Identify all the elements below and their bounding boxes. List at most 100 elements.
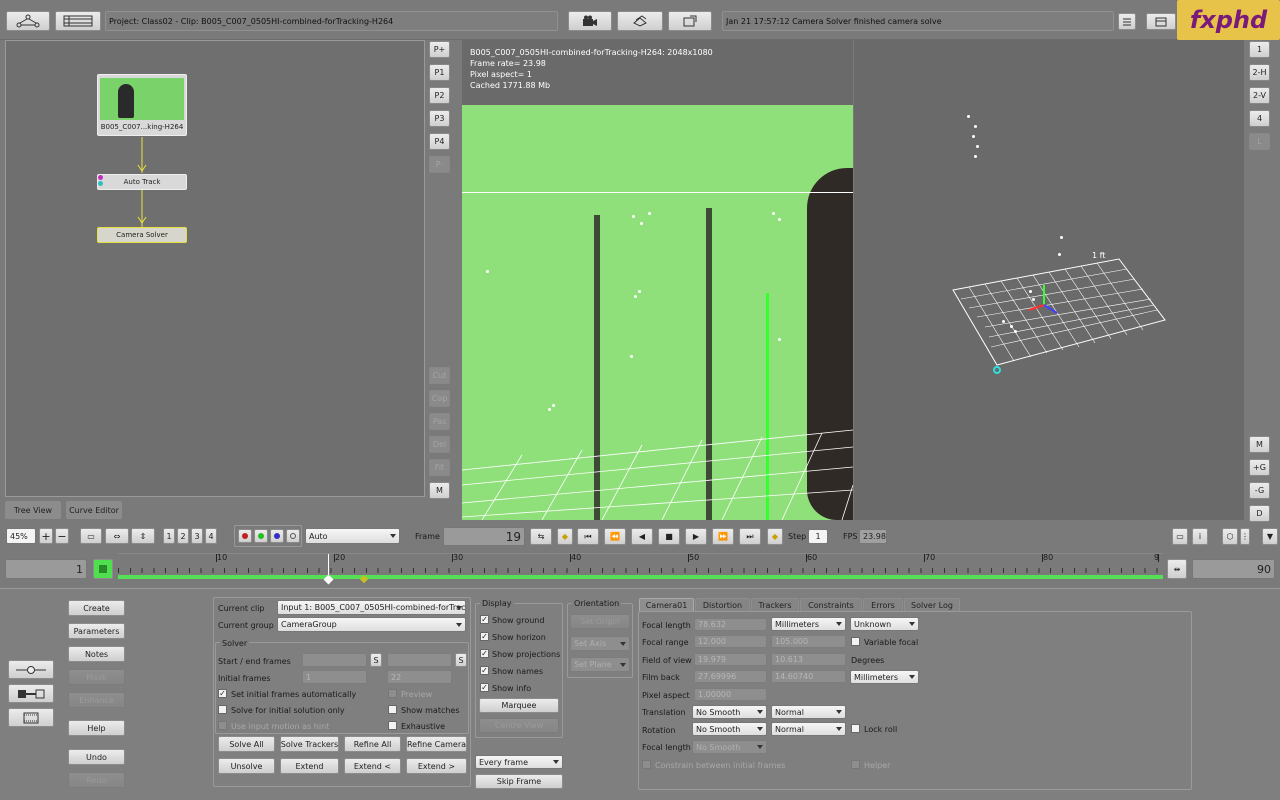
every-frame-select[interactable]: Every frame <box>475 755 563 769</box>
tab-distortion[interactable]: Distortion <box>695 598 750 611</box>
solve-trackers-button[interactable]: Solve Trackers <box>280 736 339 752</box>
focal-units-select[interactable]: Millimeters <box>771 617 846 631</box>
first-frame-button[interactable]: ⏮ <box>577 528 599 545</box>
start-set-button[interactable]: S <box>370 653 382 667</box>
3d-viewport[interactable]: 1 ft <box>854 40 1244 520</box>
helper-checkbox[interactable] <box>851 760 860 769</box>
green-channel-button[interactable] <box>254 529 268 543</box>
side-button-view-4[interactable]: 4 <box>1249 110 1270 127</box>
side-button-right-m[interactable]: M <box>1249 436 1270 453</box>
mask-button[interactable]: Mask <box>68 669 125 685</box>
image-viewer[interactable]: B005_C007_0505HI-combined-forTracking-H2… <box>462 40 853 520</box>
side-button-delete[interactable]: Del <box>429 436 450 453</box>
side-button-fit[interactable]: Fit <box>429 459 450 476</box>
refine-all-button[interactable]: Refine All <box>344 736 401 752</box>
options-icon[interactable]: ⋮ <box>1240 528 1250 545</box>
view-2-button[interactable]: 2 <box>177 528 189 544</box>
layout-icon[interactable] <box>1146 13 1176 30</box>
set-initial-auto-checkbox[interactable]: ✓ <box>218 689 227 698</box>
side-button-minus-g[interactable]: -G <box>1249 482 1270 499</box>
marquee-button[interactable]: Marquee <box>479 698 559 713</box>
preview-checkbox[interactable] <box>388 689 397 698</box>
parameters-button[interactable]: Parameters <box>68 623 125 639</box>
variable-focal-checkbox[interactable] <box>851 637 860 646</box>
key-toggle-icon[interactable]: ◆ <box>767 528 783 545</box>
exhaustive-checkbox[interactable] <box>388 721 397 730</box>
focal-length-field[interactable]: 78.632 <box>694 618 767 631</box>
side-button-cut[interactable]: Cut <box>429 367 450 384</box>
export-icon[interactable] <box>668 11 712 31</box>
side-button-view-1[interactable]: 1 <box>1249 41 1270 58</box>
current-clip-select[interactable]: Input 1: B005_C007_0505HI-combined-forTr… <box>277 600 466 615</box>
next-key-button[interactable]: ⏩ <box>712 528 734 545</box>
focal-range-max-field[interactable]: 105.000 <box>771 635 846 648</box>
loop-icon[interactable]: ⇆ <box>530 528 552 545</box>
zoom-field[interactable]: 45% <box>6 528 36 544</box>
tracker-tool-icon[interactable] <box>8 660 54 679</box>
tab-tree-view[interactable]: Tree View <box>5 501 61 519</box>
centre-view-button[interactable]: Centre View <box>479 718 559 733</box>
set-plane-select[interactable]: Set Plane <box>570 657 630 672</box>
timeline-start-field[interactable]: 1 <box>5 559 87 579</box>
alpha-channel-button[interactable] <box>286 529 300 543</box>
stop-button[interactable]: ■ <box>658 528 680 545</box>
side-button-view-2v[interactable]: 2-V <box>1249 87 1270 104</box>
node-graph-icon[interactable] <box>6 11 50 31</box>
pixel-aspect-field[interactable]: 1.00000 <box>694 688 767 701</box>
initial-frame-b-field[interactable]: 22 <box>387 670 452 684</box>
view-3-button[interactable]: 3 <box>191 528 203 544</box>
side-button-view-l[interactable]: L <box>1249 133 1270 150</box>
help-button[interactable]: Help <box>68 720 125 736</box>
side-button-view-2h[interactable]: 2-H <box>1249 64 1270 81</box>
info-icon[interactable]: i <box>1192 528 1208 545</box>
fps-field[interactable]: 23.98 <box>859 529 887 544</box>
step-field[interactable]: 1 <box>808 529 828 544</box>
view-1-button[interactable]: 1 <box>163 528 175 544</box>
initial-frame-a-field[interactable]: 1 <box>302 670 367 684</box>
export-tool-icon[interactable] <box>8 684 54 703</box>
frame-field[interactable]: 19 <box>443 527 525 546</box>
rotation-normal-select[interactable]: Normal <box>771 722 846 736</box>
skip-frame-button[interactable]: Skip Frame <box>475 774 563 789</box>
last-frame-button[interactable]: ⏭ <box>739 528 761 545</box>
focal-mode-select[interactable]: Unknown <box>850 617 919 631</box>
film-tool-icon[interactable] <box>8 708 54 727</box>
create-button[interactable]: Create <box>68 600 125 616</box>
extend-button[interactable]: Extend <box>280 758 339 774</box>
film-back-h-field[interactable]: 14.60740 <box>771 670 846 683</box>
film-back-w-field[interactable]: 27.69996 <box>694 670 767 683</box>
show-ground-checkbox[interactable]: ✓ <box>480 615 489 624</box>
timeline-marker-button[interactable] <box>93 559 113 579</box>
extend-forward-button[interactable]: Extend > <box>406 758 467 774</box>
side-button-copy[interactable]: Cop <box>429 390 450 407</box>
tab-solver-log[interactable]: Solver Log <box>904 598 960 611</box>
fit-width-icon[interactable]: ⇔ <box>105 528 129 544</box>
translation-normal-select[interactable]: Normal <box>771 705 846 719</box>
clip-node[interactable]: B005_C007...king-H264 <box>97 74 187 136</box>
fov-h-field[interactable]: 19.979 <box>694 653 767 666</box>
blue-channel-button[interactable] <box>270 529 284 543</box>
input-motion-checkbox[interactable] <box>218 721 227 730</box>
set-axis-select[interactable]: Set Axis <box>570 636 630 651</box>
enhance-button[interactable]: Enhance <box>68 692 125 708</box>
play-button[interactable]: ▶ <box>685 528 707 545</box>
show-info-checkbox[interactable]: ✓ <box>480 683 489 692</box>
range-lock-icon[interactable]: ⇹ <box>1167 559 1187 579</box>
start-frame-field[interactable] <box>302 653 367 667</box>
undo-button[interactable]: Undo <box>68 749 125 765</box>
fit-height-icon[interactable]: ⇕ <box>131 528 155 544</box>
set-origin-button[interactable]: Set Origin <box>570 614 630 629</box>
lock-roll-checkbox[interactable] <box>851 724 860 733</box>
current-group-select[interactable]: CameraGroup <box>277 617 466 632</box>
camera-solver-node[interactable]: Camera Solver <box>97 227 187 243</box>
side-button-d[interactable]: D <box>1249 505 1270 522</box>
display-mode-select[interactable]: Auto <box>305 528 400 544</box>
zoom-in-button[interactable]: + <box>39 528 53 544</box>
focal-length-smooth-select[interactable]: No Smooth <box>692 740 767 754</box>
timeline-end-field[interactable]: 90 <box>1192 559 1275 579</box>
side-button-paste[interactable]: Pas <box>429 413 450 430</box>
layers-icon[interactable] <box>617 11 663 31</box>
end-set-button[interactable]: S <box>455 653 467 667</box>
clip-list-icon[interactable] <box>55 11 101 31</box>
side-button-p2[interactable]: P2 <box>429 87 450 104</box>
